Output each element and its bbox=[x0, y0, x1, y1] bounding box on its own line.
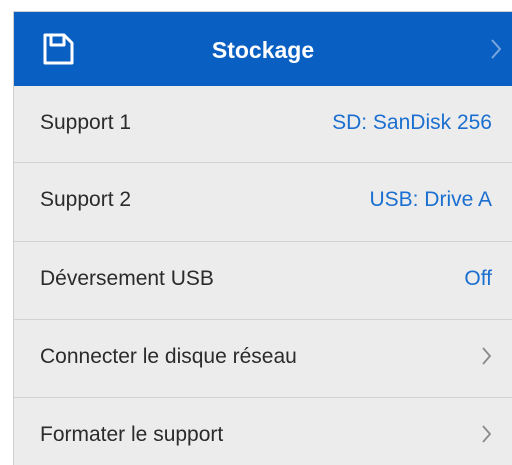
support-1-value: SD: SanDisk 256 bbox=[332, 111, 492, 134]
connect-network-disk-row[interactable]: Connecter le disque réseau bbox=[14, 319, 512, 395]
format-media-row[interactable]: Formater le support bbox=[14, 397, 512, 465]
storage-menu-panel: Stockage Support 1 SD: SanDisk 256 Suppo… bbox=[13, 11, 512, 465]
page-title: Stockage bbox=[211, 37, 315, 63]
usb-spill-row[interactable]: Déversement USB Off bbox=[14, 241, 512, 317]
support-1-row[interactable]: Support 1 SD: SanDisk 256 bbox=[14, 86, 512, 162]
usb-spill-value: Off bbox=[464, 267, 492, 290]
support-2-label: Support 2 bbox=[40, 188, 132, 211]
support-2-row[interactable]: Support 2 USB: Drive A bbox=[14, 162, 512, 238]
chevron-right-icon bbox=[482, 425, 492, 443]
usb-spill-label: Déversement USB bbox=[40, 267, 214, 290]
format-media-label: Formater le support bbox=[40, 423, 224, 446]
storage-header[interactable]: Stockage bbox=[14, 12, 512, 86]
support-2-value: USB: Drive A bbox=[369, 188, 492, 211]
chevron-right-icon bbox=[491, 39, 502, 59]
chevron-right-icon bbox=[482, 347, 492, 365]
support-1-label: Support 1 bbox=[40, 111, 132, 134]
connect-network-disk-label: Connecter le disque réseau bbox=[40, 345, 297, 368]
